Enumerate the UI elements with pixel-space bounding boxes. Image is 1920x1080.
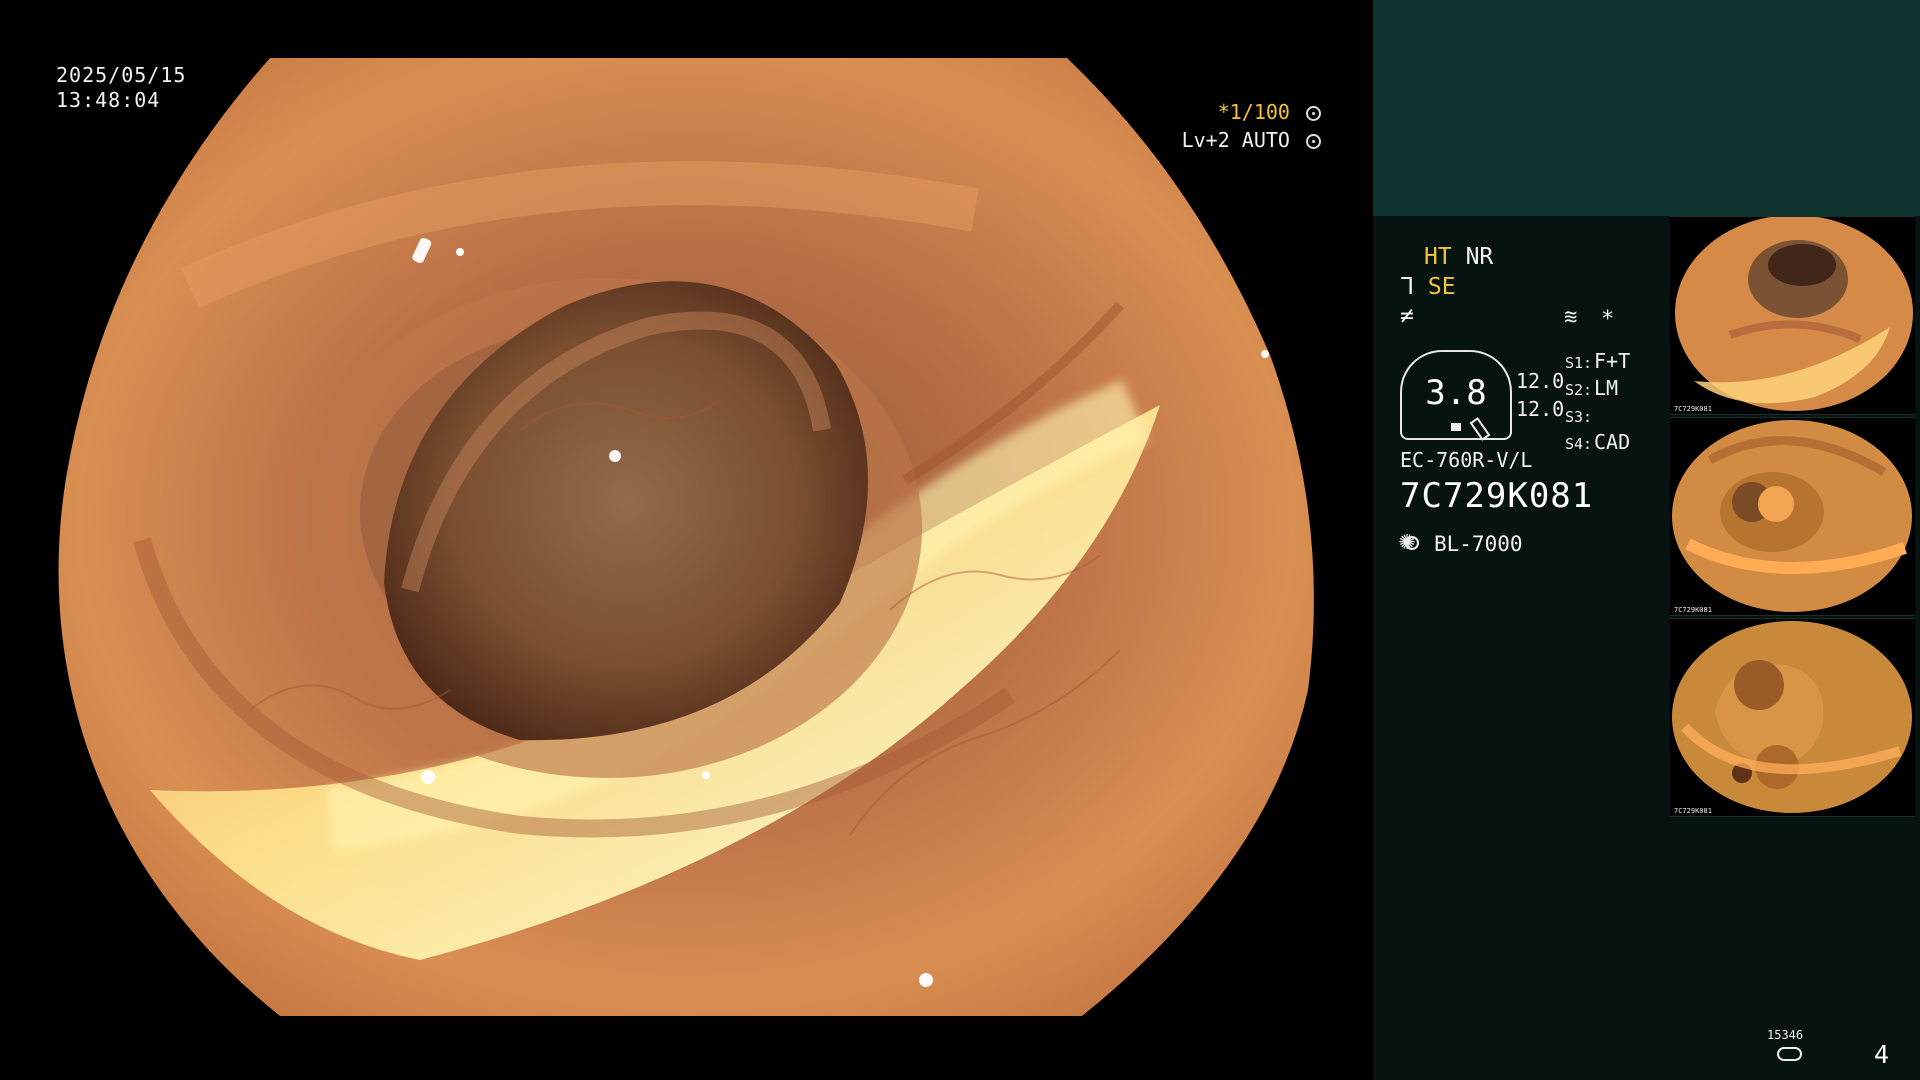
thumbnail-caption-1: 7C729K081 [1674, 405, 1712, 413]
lamp-model: BL-7000 [1434, 532, 1523, 556]
filter-icon: ≠ [1400, 303, 1414, 329]
page-number: 4 [1874, 1040, 1890, 1069]
level-value-1: 12.0 [1516, 369, 1565, 393]
procedure-info-panel: HT NR ᒣ SE ≠ ≋ * 3.8 12.0 12.0 S1:F+T S2… [1373, 0, 1920, 1080]
auto-exposure-icon [1306, 134, 1321, 149]
exam-date: 2025/05/15 [56, 63, 187, 87]
capture-thumbnail-2[interactable]: 7C729K081 [1670, 417, 1915, 616]
scope-serial: 7C729K081 [1400, 476, 1594, 516]
capture-thumbnail-list: 7C729K081 7C729K081 7C729K081 [1670, 216, 1915, 817]
setting-s4: S4:CAD [1565, 430, 1630, 457]
structure-enhancement-icon: ᒣ [1400, 274, 1415, 300]
image-counter: 15346 [1767, 1028, 1804, 1042]
shutter-speed: *1/100 [1217, 100, 1290, 124]
exposure-level: Lv+2 AUTO [1181, 128, 1290, 152]
setting-s3: S3: [1565, 403, 1630, 430]
setting-s1: S1:F+T [1565, 349, 1630, 376]
nr-indicator: NR [1465, 244, 1494, 270]
thumbnail-caption-2: 7C729K081 [1674, 606, 1712, 614]
processing-status-row-3: ≠ [1400, 302, 1414, 330]
thumbnail-colon-image-3 [1670, 619, 1915, 816]
exam-date-time: 2025/05/15 13:48:04 [56, 63, 186, 113]
level-value-2: 12.0 [1516, 397, 1565, 421]
shutter-row: *1/100 [1182, 98, 1321, 126]
processing-status-row-1: HT NR [1424, 243, 1493, 271]
magnification-value: 3.8 [1425, 373, 1487, 413]
setting-s2-key: S2: [1565, 381, 1593, 399]
setting-s4-value: CAD [1594, 430, 1631, 454]
level-row: Lv+2 AUTO [1182, 126, 1321, 154]
disk-counter-icon [1777, 1047, 1802, 1061]
scope-model: EC-760R-V/L [1400, 448, 1533, 472]
scope-switch-settings: S1:F+T S2:LM S3: S4:CAD [1565, 349, 1630, 457]
setting-s2-value: LM [1594, 376, 1619, 400]
ht-indicator: HT [1424, 244, 1452, 270]
settings-gear-icon [1306, 106, 1321, 121]
sun-lamp-icon [1399, 526, 1424, 556]
capture-thumbnail-1[interactable]: 7C729K081 [1670, 216, 1915, 415]
endoscope-live-view[interactable]: 2025/05/15 13:48:04 *1/100 Lv+2 AUTO [0, 0, 1373, 1080]
thumbnail-colon-image-1 [1670, 217, 1915, 414]
endoscopy-monitor-screen: 2025/05/15 13:48:04 *1/100 Lv+2 AUTO HT … [0, 0, 1920, 1080]
setting-s3-key: S3: [1565, 408, 1593, 426]
thumbnail-colon-image-2 [1670, 418, 1915, 615]
light-source: BL-7000 [1399, 526, 1523, 556]
exam-time: 13:48:04 [56, 88, 161, 112]
camera-settings-overlay: *1/100 Lv+2 AUTO [1182, 98, 1321, 154]
image-mode-icon: ≋ [1564, 305, 1578, 330]
setting-s4-key: S4: [1565, 435, 1593, 453]
se-indicator: SE [1427, 274, 1456, 300]
capture-thumbnail-3[interactable]: 7C729K081 [1670, 618, 1915, 817]
asterisk-icon: * [1601, 307, 1615, 332]
setting-s1-value: F+T [1594, 349, 1631, 373]
setting-s1-key: S1: [1565, 354, 1593, 372]
gauge-base-icon [1451, 423, 1461, 431]
endoscopic-colon-image [0, 0, 1373, 1080]
thumbnail-caption-3: 7C729K081 [1674, 807, 1712, 815]
setting-s2: S2:LM [1565, 376, 1630, 403]
processing-status-row-2: ᒣ SE [1400, 273, 1456, 301]
panel-header-area [1373, 0, 1920, 216]
